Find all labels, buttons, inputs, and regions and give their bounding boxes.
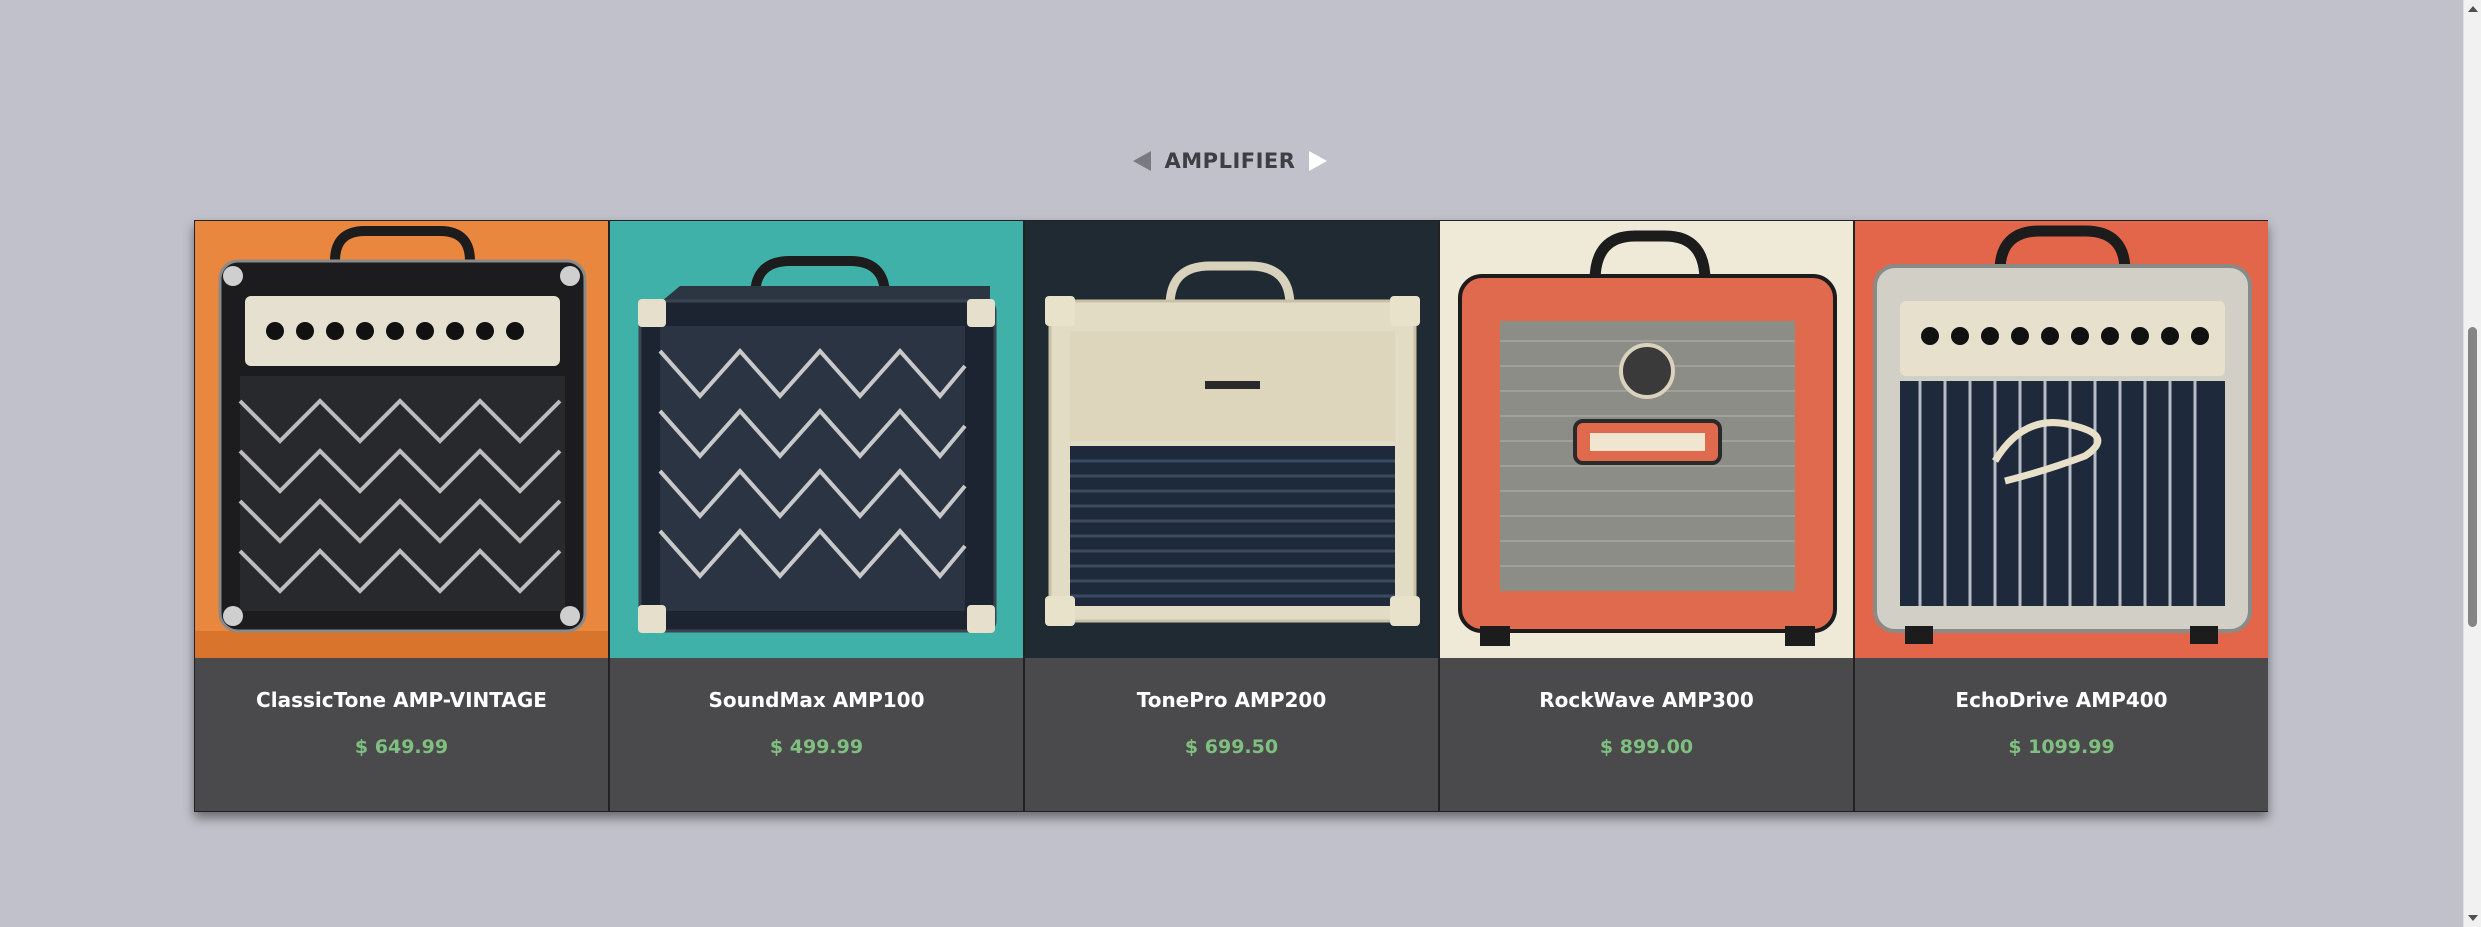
vintage-amp-icon <box>195 221 608 658</box>
product-card[interactable]: RockWave AMP300 $ 899.00 <box>1440 221 1853 811</box>
cream-amp-icon <box>1025 221 1438 658</box>
vertical-scrollbar[interactable] <box>2463 0 2481 927</box>
product-card[interactable]: TonePro AMP200 $ 699.50 <box>1025 221 1438 811</box>
product-price: $ 699.50 <box>1184 736 1279 758</box>
orange-amp-icon <box>1440 221 1853 658</box>
product-card[interactable]: EchoDrive AMP400 $ 1099.99 <box>1855 221 2268 811</box>
scroll-down-arrow-icon[interactable] <box>2468 915 2478 921</box>
product-info: TonePro AMP200 $ 699.50 <box>1025 658 1438 811</box>
category-title: AMPLIFIER <box>1164 149 1296 173</box>
product-price: $ 1099.99 <box>2008 736 2115 758</box>
product-price: $ 899.00 <box>1599 736 1694 758</box>
product-strip: ClassicTone AMP-VINTAGE $ 649.99 SoundMa… <box>194 220 2268 812</box>
next-category-arrow-icon[interactable] <box>1309 151 1328 171</box>
product-image[interactable] <box>195 221 608 658</box>
scroll-up-arrow-icon[interactable] <box>2468 6 2478 12</box>
product-name[interactable]: TonePro AMP200 <box>1137 688 1327 712</box>
product-name[interactable]: RockWave AMP300 <box>1539 688 1754 712</box>
product-name[interactable]: ClassicTone AMP-VINTAGE <box>256 688 547 712</box>
prev-category-arrow-icon[interactable] <box>1132 151 1151 171</box>
product-image[interactable] <box>1025 221 1438 658</box>
product-price: $ 649.99 <box>354 736 449 758</box>
product-info: ClassicTone AMP-VINTAGE $ 649.99 <box>195 658 608 811</box>
silver-amp-icon <box>1855 221 2268 658</box>
product-image[interactable] <box>610 221 1023 658</box>
category-nav: AMPLIFIER <box>0 142 2460 180</box>
product-card[interactable]: SoundMax AMP100 $ 499.99 <box>610 221 1023 811</box>
product-info: SoundMax AMP100 $ 499.99 <box>610 658 1023 811</box>
scrollbar-thumb[interactable] <box>2468 327 2477 627</box>
product-info: RockWave AMP300 $ 899.00 <box>1440 658 1853 811</box>
product-card[interactable]: ClassicTone AMP-VINTAGE $ 649.99 <box>195 221 608 811</box>
product-image[interactable] <box>1855 221 2268 658</box>
page: AMPLIFIER ClassicTone AMP-VINTAGE $ 649.… <box>0 0 2481 927</box>
product-info: EchoDrive AMP400 $ 1099.99 <box>1855 658 2268 811</box>
product-image[interactable] <box>1440 221 1853 658</box>
navy-amp-icon <box>610 221 1023 658</box>
product-price: $ 499.99 <box>769 736 864 758</box>
product-name[interactable]: EchoDrive AMP400 <box>1955 688 2167 712</box>
product-name[interactable]: SoundMax AMP100 <box>709 688 925 712</box>
